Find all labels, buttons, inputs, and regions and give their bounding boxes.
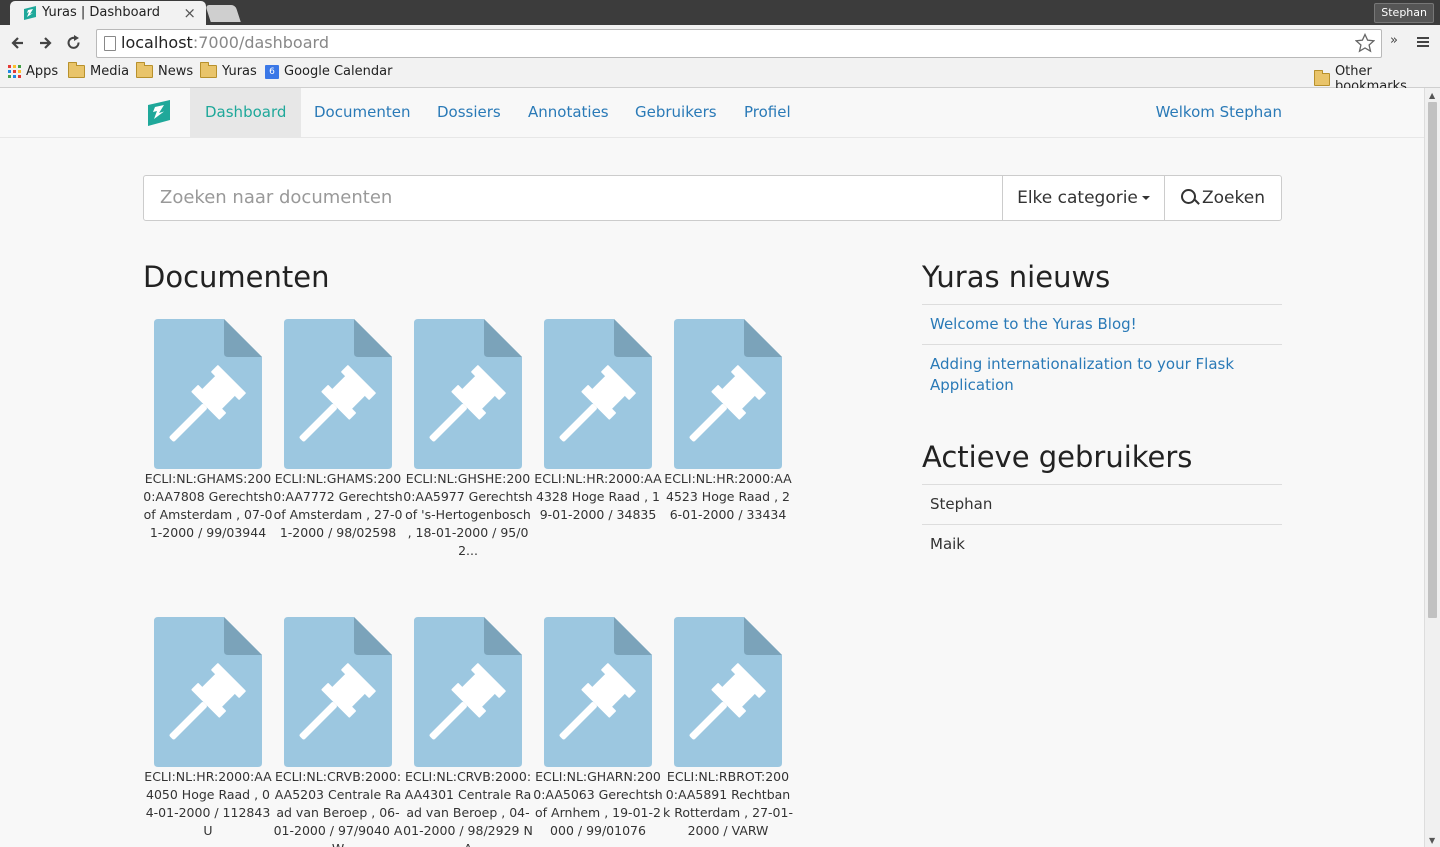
gavel-document-icon <box>414 617 522 767</box>
scrollbar-thumb[interactable] <box>1428 102 1437 618</box>
extensions-overflow-icon[interactable]: » <box>1390 33 1398 48</box>
news-heading: Yuras nieuws <box>922 260 1111 294</box>
yuras-favicon-icon <box>24 6 36 20</box>
document-title: ECLI:NL:HR:2000:AA4328 Hoge Raad , 19-01… <box>534 471 662 522</box>
active-users-heading: Actieve gebruikers <box>922 440 1193 474</box>
new-tab-button[interactable] <box>205 5 241 22</box>
top-navbar: Dashboard Documenten Dossiers Annotaties… <box>0 88 1424 138</box>
nav-dashboard[interactable]: Dashboard <box>190 88 302 137</box>
document-title: ECLI:NL:GHAMS:2000:AA7808 Gerechtshof Am… <box>143 471 273 540</box>
category-label: Elke categorie <box>1017 188 1138 208</box>
document-tile[interactable]: ECLI:NL:CRVB:2000:AA5203 Centrale Raad v… <box>273 617 403 847</box>
reload-icon[interactable] <box>64 33 84 53</box>
folder-icon <box>68 62 85 78</box>
gavel-document-icon <box>284 617 392 767</box>
news-item[interactable]: Welcome to the Yuras Blog! <box>922 304 1282 344</box>
bookmark-label: Google Calendar <box>284 64 393 79</box>
nav-gebruikers[interactable]: Gebruikers <box>620 88 732 137</box>
bookmark-yuras[interactable]: Yuras <box>200 62 257 79</box>
document-tile[interactable]: ECLI:NL:GHARN:2000:AA5063 Gerechtshof Ar… <box>533 617 663 840</box>
news-list: Welcome to the Yuras Blog! Adding intern… <box>922 304 1282 405</box>
bookmark-apps[interactable]: Apps <box>8 64 58 79</box>
welcome-user-link[interactable]: Welkom Stephan <box>1156 88 1282 137</box>
bookmark-label: Apps <box>26 64 59 79</box>
news-item[interactable]: Adding internationalization to your Flas… <box>922 344 1282 405</box>
bookmark-media[interactable]: Media <box>68 62 130 79</box>
nav-annotaties[interactable]: Annotaties <box>513 88 624 137</box>
document-title: ECLI:NL:CRVB:2000:AA4301 Centrale Raad v… <box>403 769 533 847</box>
bookmark-label: News <box>158 64 194 79</box>
browser-menu-icon[interactable] <box>1417 37 1429 47</box>
bookmark-star-icon[interactable] <box>1355 33 1375 53</box>
document-tile[interactable]: ECLI:NL:HR:2000:AA4050 Hoge Raad , 04-01… <box>143 617 273 840</box>
address-bar[interactable]: localhost:7000/dashboard <box>96 29 1382 58</box>
search-button-label: Zoeken <box>1202 188 1265 208</box>
gavel-document-icon <box>544 319 652 469</box>
folder-icon <box>200 62 217 78</box>
search-bar: Zoeken naar documenten Elke categorie Zo… <box>143 175 1282 221</box>
browser-tab-strip: Yuras | Dashboard × Stephan <box>0 0 1440 25</box>
browser-tab[interactable]: Yuras | Dashboard × <box>10 1 206 25</box>
document-title: ECLI:NL:RBROT:2000:AA5891 Rechtbank Rott… <box>663 769 793 838</box>
active-user-item: Maik <box>922 524 1282 564</box>
calendar-icon: 6 <box>265 64 279 79</box>
document-title: ECLI:NL:CRVB:2000:AA5203 Centrale Raad v… <box>273 769 403 847</box>
document-title: ECLI:NL:GHAMS:2000:AA7772 Gerechtshof Am… <box>273 471 403 540</box>
apps-grid-icon <box>8 65 21 78</box>
page-viewport: Dashboard Documenten Dossiers Annotaties… <box>0 88 1424 847</box>
gavel-document-icon <box>414 319 522 469</box>
scroll-up-icon[interactable]: ▲ <box>1429 91 1435 100</box>
document-tile[interactable]: ECLI:NL:GHAMS:2000:AA7808 Gerechtshof Am… <box>143 319 273 542</box>
browser-toolbar: localhost:7000/dashboard » <box>0 25 1440 60</box>
nav-documenten[interactable]: Documenten <box>299 88 425 137</box>
folder-icon <box>1314 69 1330 86</box>
page-scrollbar[interactable]: ▲ ▼ <box>1424 88 1440 847</box>
document-tile[interactable]: ECLI:NL:CRVB:2000:AA4301 Centrale Raad v… <box>403 617 533 847</box>
tab-title: Yuras | Dashboard <box>42 5 160 20</box>
document-title: ECLI:NL:HR:2000:AA4050 Hoge Raad , 04-01… <box>144 769 272 838</box>
active-user-item: Stephan <box>922 484 1282 524</box>
nav-dossiers[interactable]: Dossiers <box>422 88 516 137</box>
bookmark-label: Yuras <box>222 64 257 79</box>
bookmark-news[interactable]: News <box>136 62 194 79</box>
back-arrow-icon[interactable] <box>8 33 28 53</box>
yuras-logo-icon[interactable] <box>148 100 170 126</box>
bookmark-google-calendar[interactable]: 6 Google Calendar <box>265 64 392 79</box>
search-input[interactable]: Zoeken naar documenten <box>143 175 1003 221</box>
tab-close-icon[interactable]: × <box>183 4 196 22</box>
document-title: ECLI:NL:HR:2000:AA4523 Hoge Raad , 26-01… <box>664 471 792 522</box>
profile-button[interactable]: Stephan <box>1374 3 1434 23</box>
document-tile[interactable]: ECLI:NL:GHSHE:2000:AA5977 Gerechtshof 's… <box>403 319 533 560</box>
forward-arrow-icon[interactable] <box>35 33 55 53</box>
page-icon <box>104 36 116 51</box>
search-icon <box>1181 189 1196 204</box>
gavel-document-icon <box>674 617 782 767</box>
url-text: localhost:7000/dashboard <box>121 33 329 52</box>
gavel-document-icon <box>154 617 262 767</box>
document-tile[interactable]: ECLI:NL:HR:2000:AA4328 Hoge Raad , 19-01… <box>533 319 663 524</box>
active-users-list: Stephan Maik <box>922 484 1282 564</box>
bookmark-label: Media <box>90 64 130 79</box>
document-tile[interactable]: ECLI:NL:HR:2000:AA4523 Hoge Raad , 26-01… <box>663 319 793 524</box>
documents-heading: Documenten <box>143 260 330 294</box>
gavel-document-icon <box>284 319 392 469</box>
search-placeholder: Zoeken naar documenten <box>160 187 393 208</box>
document-tile[interactable]: ECLI:NL:GHAMS:2000:AA7772 Gerechtshof Am… <box>273 319 403 542</box>
nav-profiel[interactable]: Profiel <box>729 88 806 137</box>
document-title: ECLI:NL:GHSHE:2000:AA5977 Gerechtshof 's… <box>403 471 533 558</box>
gavel-document-icon <box>154 319 262 469</box>
document-title: ECLI:NL:GHARN:2000:AA5063 Gerechtshof Ar… <box>533 769 663 838</box>
gavel-document-icon <box>674 319 782 469</box>
document-tile[interactable]: ECLI:NL:RBROT:2000:AA5891 Rechtbank Rott… <box>663 617 793 840</box>
category-dropdown[interactable]: Elke categorie <box>1002 175 1165 221</box>
caret-down-icon <box>1141 196 1150 200</box>
scroll-down-icon[interactable]: ▼ <box>1429 836 1435 845</box>
gavel-document-icon <box>544 617 652 767</box>
folder-icon <box>136 62 153 78</box>
search-button[interactable]: Zoeken <box>1164 175 1282 221</box>
bookmarks-bar: Apps Media News Yuras 6 Google Calendar … <box>0 60 1440 94</box>
